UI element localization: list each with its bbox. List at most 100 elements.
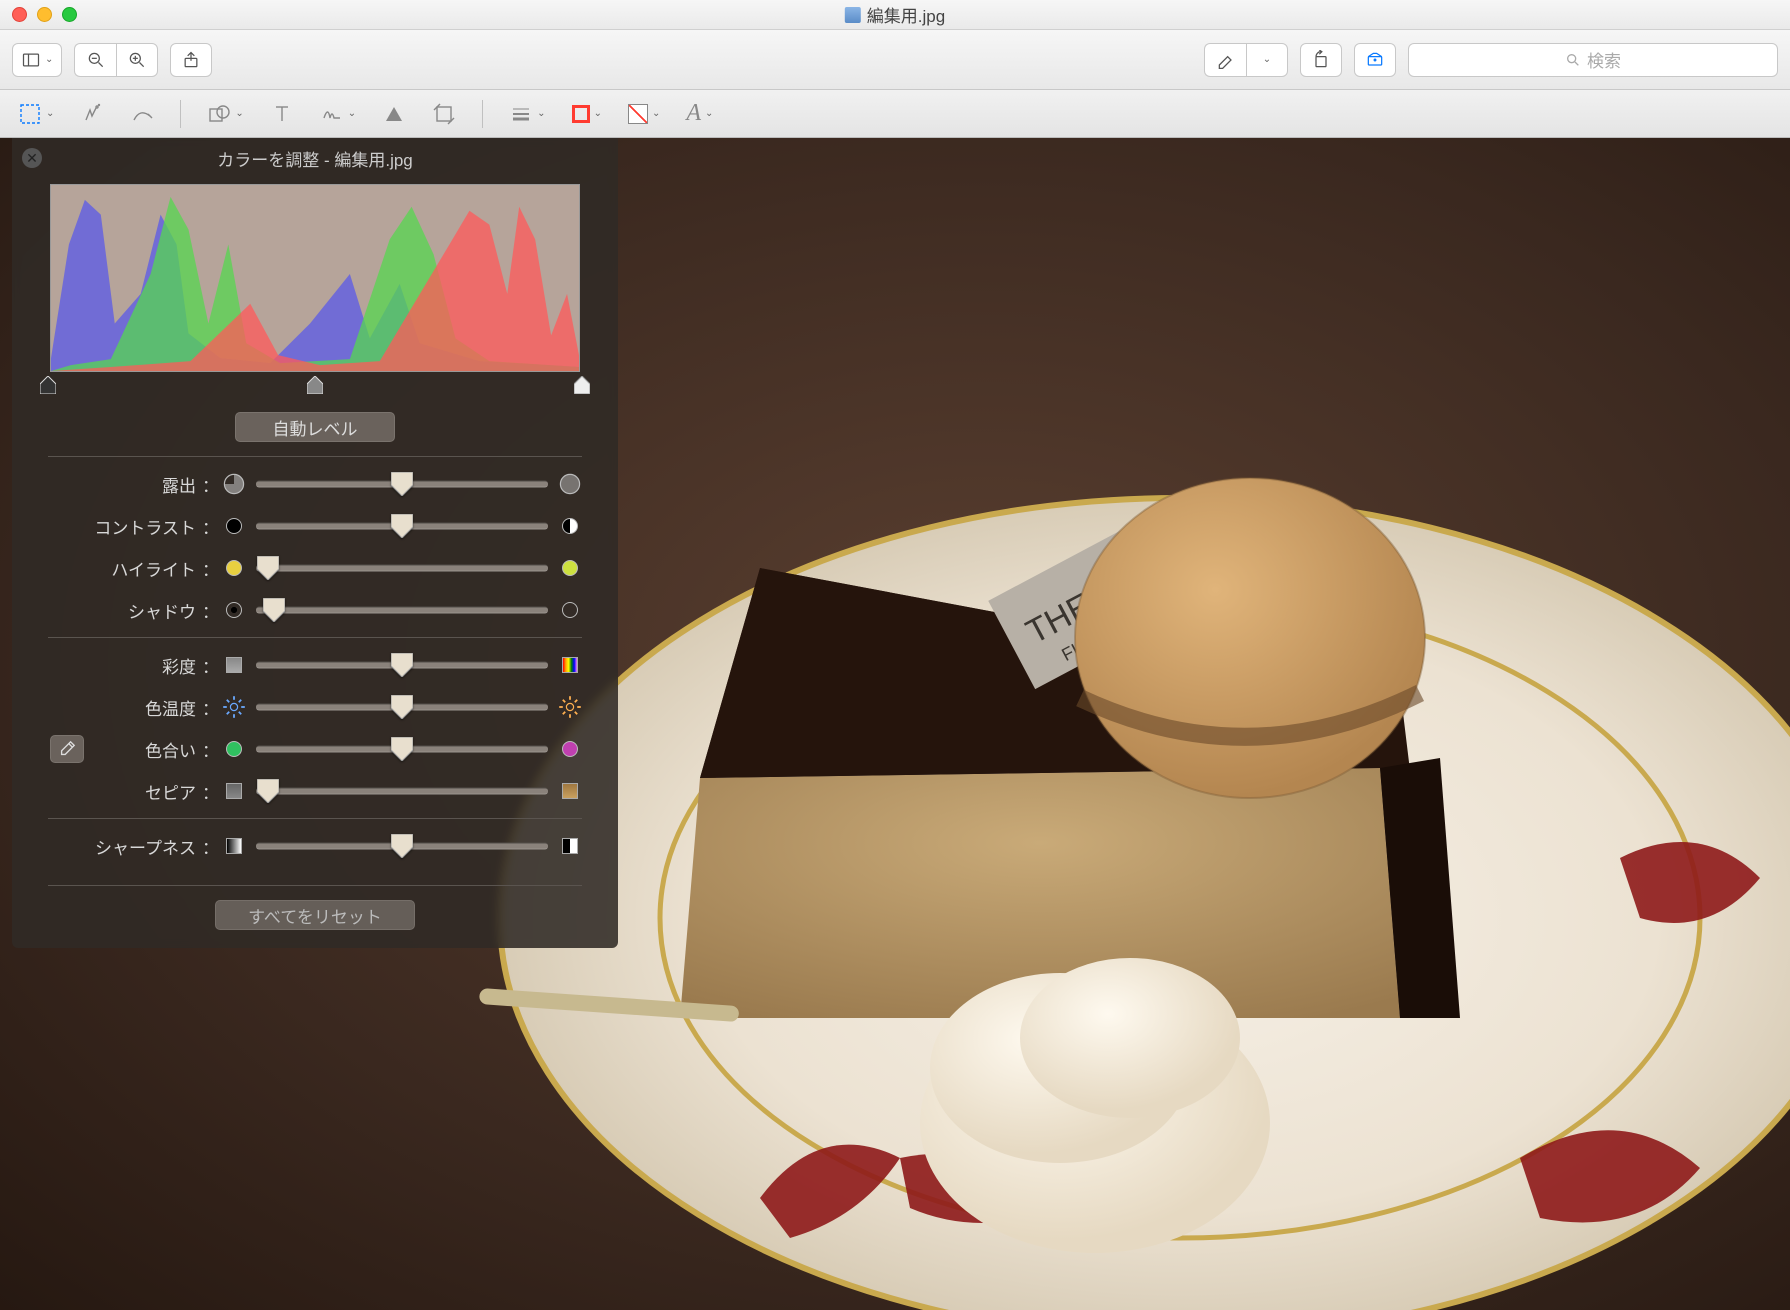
slider-thumb[interactable] xyxy=(263,598,285,622)
slider-thumb[interactable] xyxy=(391,514,413,538)
shadow-slider[interactable] xyxy=(256,600,548,620)
highlight-button[interactable] xyxy=(1204,43,1246,77)
saturation-high-icon xyxy=(558,653,582,677)
slider-thumb[interactable] xyxy=(391,472,413,496)
sidebar-toggle-button[interactable]: ⌄ xyxy=(12,43,62,77)
aperture-closed-icon xyxy=(222,472,246,496)
slider-thumb[interactable] xyxy=(391,695,413,719)
zoom-in-button[interactable] xyxy=(116,43,158,77)
separator xyxy=(48,818,582,819)
image-canvas[interactable]: THE DA FINEST ✕ カラーを調整 - 編集用.jpg xyxy=(0,138,1790,1310)
levels-handles xyxy=(46,376,584,398)
panel-header[interactable]: ✕ カラーを調整 - 編集用.jpg xyxy=(12,138,618,178)
sharpness-high-icon xyxy=(558,834,582,858)
eyedropper-button[interactable] xyxy=(50,735,84,763)
white-point-handle[interactable] xyxy=(574,376,590,394)
selection-tool-button[interactable]: ⌄ xyxy=(18,102,54,126)
black-point-handle[interactable] xyxy=(40,376,56,394)
contrast-high-icon xyxy=(558,514,582,538)
draw-tool-button[interactable] xyxy=(130,102,154,126)
chevron-down-icon: ⌄ xyxy=(45,54,53,65)
temperature-warm-icon xyxy=(558,695,582,719)
temperature-row: 色温度 ： xyxy=(12,686,618,728)
slider-thumb[interactable] xyxy=(257,556,279,580)
stroke-color-button[interactable]: ⌄ xyxy=(572,105,602,123)
highlight-slider[interactable] xyxy=(256,558,548,578)
slider-thumb[interactable] xyxy=(391,737,413,761)
sepia-row: セピア ： xyxy=(12,770,618,812)
fill-color-button[interactable]: ⌄ xyxy=(628,104,660,124)
sepia-high-icon xyxy=(558,779,582,803)
rotate-button[interactable] xyxy=(1300,43,1342,77)
sepia-low-icon xyxy=(222,779,246,803)
tint-row: 色合い ： xyxy=(12,728,618,770)
sepia-slider[interactable] xyxy=(256,781,548,801)
main-toolbar: ⌄ ⌄ 検索 xyxy=(0,30,1790,90)
fill-color-swatch xyxy=(628,104,648,124)
exposure-label: 露出 xyxy=(12,472,202,497)
slider-thumb[interactable] xyxy=(391,834,413,858)
font-style-button[interactable]: A ⌄ xyxy=(686,100,713,127)
zoom-out-button[interactable] xyxy=(74,43,116,77)
saturation-slider[interactable] xyxy=(256,655,548,675)
tint-label: 色合い xyxy=(12,737,202,762)
saturation-row: 彩度 ： xyxy=(12,644,618,686)
shadow-high-icon xyxy=(558,598,582,622)
highlight-high-icon xyxy=(558,556,582,580)
titlebar: 編集用.jpg xyxy=(0,0,1790,30)
highlight-dropdown[interactable]: ⌄ xyxy=(1246,43,1288,77)
saturation-label: 彩度 xyxy=(12,653,202,678)
window-controls xyxy=(12,7,77,22)
instant-alpha-button[interactable] xyxy=(80,102,104,126)
exposure-row: 露出 ： xyxy=(12,463,618,505)
contrast-row: コントラスト ： xyxy=(12,505,618,547)
shapes-button[interactable]: ⌄ xyxy=(207,102,243,126)
separator xyxy=(48,885,582,886)
sharpness-label: シャープネス xyxy=(12,834,202,859)
markup-toolbar: ⌄ ⌄ ⌄ ⌄ ⌄ ⌄ A ⌄ xyxy=(0,90,1790,138)
highlight-label: ハイライト xyxy=(12,556,202,581)
search-field[interactable]: 検索 xyxy=(1408,43,1778,77)
temperature-slider[interactable] xyxy=(256,697,548,717)
aperture-open-icon xyxy=(558,472,582,496)
exposure-slider[interactable] xyxy=(256,474,548,494)
close-window-button[interactable] xyxy=(12,7,27,22)
window-title: 編集用.jpg xyxy=(845,2,945,27)
temperature-label: 色温度 xyxy=(12,695,202,720)
sharpness-low-icon xyxy=(222,834,246,858)
adjust-color-button[interactable] xyxy=(382,102,406,126)
panel-title: カラーを調整 - 編集用.jpg xyxy=(217,146,413,171)
crop-size-button[interactable] xyxy=(432,102,456,126)
text-tool-button[interactable] xyxy=(270,102,294,126)
stroke-color-swatch xyxy=(572,105,590,123)
contrast-slider[interactable] xyxy=(256,516,548,536)
markup-toolbar-button[interactable] xyxy=(1354,43,1396,77)
slider-thumb[interactable] xyxy=(257,779,279,803)
separator xyxy=(48,637,582,638)
separator xyxy=(48,456,582,457)
contrast-label: コントラスト xyxy=(12,514,202,539)
saturation-low-icon xyxy=(222,653,246,677)
window-title-text: 編集用.jpg xyxy=(867,2,945,27)
share-button[interactable] xyxy=(170,43,212,77)
document-icon xyxy=(845,7,861,23)
shadow-row: シャドウ ： xyxy=(12,589,618,631)
tint-slider[interactable] xyxy=(256,739,548,759)
zoom-group xyxy=(74,43,158,77)
auto-level-button[interactable]: 自動レベル xyxy=(235,412,395,442)
separator xyxy=(482,100,483,128)
minimize-window-button[interactable] xyxy=(37,7,52,22)
line-style-button[interactable]: ⌄ xyxy=(509,102,545,126)
search-placeholder: 検索 xyxy=(1587,47,1621,72)
mid-point-handle[interactable] xyxy=(307,376,323,394)
reset-all-button[interactable]: すべてをリセット xyxy=(215,900,415,930)
slider-thumb[interactable] xyxy=(391,653,413,677)
close-panel-button[interactable]: ✕ xyxy=(22,148,42,168)
sharpness-slider[interactable] xyxy=(256,836,548,856)
signature-button[interactable]: ⌄ xyxy=(320,102,356,126)
sepia-label: セピア xyxy=(12,779,202,804)
sharpness-row: シャープネス ： xyxy=(12,825,618,867)
contrast-low-icon xyxy=(222,514,246,538)
zoom-window-button[interactable] xyxy=(62,7,77,22)
histogram xyxy=(50,184,580,372)
